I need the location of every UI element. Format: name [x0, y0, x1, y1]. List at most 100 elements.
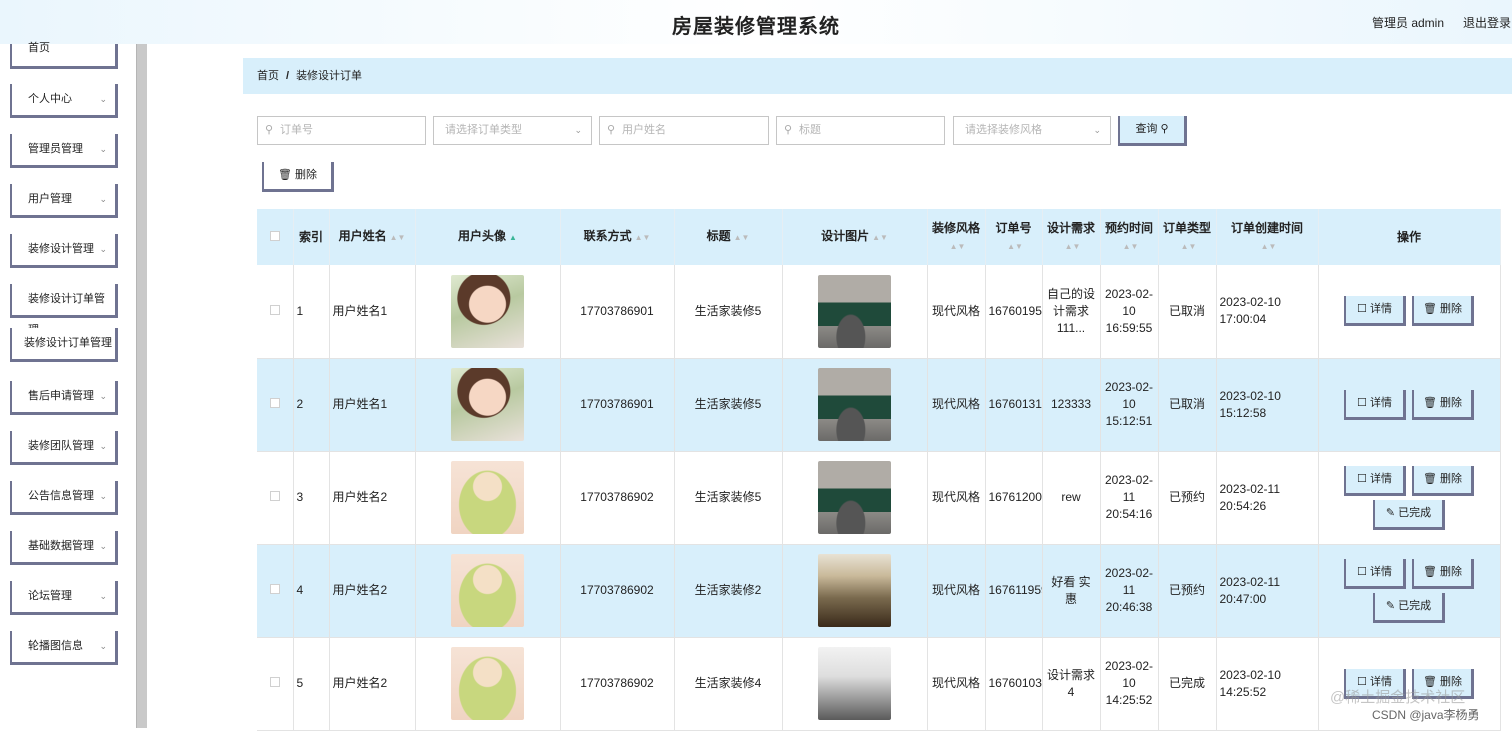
detail-button[interactable]: ☐ 详情 [1344, 465, 1406, 496]
delete-button[interactable]: 🗑 删除 [1412, 389, 1474, 420]
col-requirement[interactable]: 设计需求 ▲▼ [1042, 209, 1101, 265]
sort-icon[interactable]: ▲▼ [872, 233, 888, 242]
sort-icon[interactable]: ▲▼ [1065, 242, 1081, 251]
row-avatar[interactable] [415, 358, 561, 452]
sidebar-item-11[interactable]: 基础数据管理 ⌄ [10, 531, 118, 565]
row-checkbox[interactable] [269, 584, 280, 594]
col-contact[interactable]: 联系方式 ▲▼ [560, 209, 675, 265]
row-design-img[interactable] [782, 358, 928, 452]
title-input[interactable]: ⚲ 标题 [776, 116, 945, 145]
detail-button-label: 详情 [1369, 303, 1392, 316]
row-avatar[interactable] [415, 637, 561, 731]
sort-icon[interactable]: ▲▼ [734, 233, 750, 242]
sidebar-item-9[interactable]: 装修团队管理 ⌄ [10, 431, 118, 465]
col-created[interactable]: 订单创建时间 ▲▼ [1216, 209, 1319, 265]
row-checkbox[interactable] [269, 304, 280, 315]
trash-icon: 🗑 [277, 169, 292, 181]
sidebar-item-6[interactable]: 装修设计订单管理 [10, 284, 118, 336]
style-select[interactable]: 请选择装修风格 ⌄ [953, 116, 1111, 145]
row-select-cell[interactable] [257, 544, 294, 638]
row-avatar[interactable] [415, 544, 561, 638]
sort-icon[interactable]: ▲▼ [635, 233, 651, 242]
logout-link[interactable]: 退出登录 [1463, 14, 1511, 31]
sort-icon[interactable]: ▲▼ [950, 242, 966, 251]
col-avatar[interactable]: 用户头像 ▲ [415, 209, 561, 265]
sort-icon[interactable]: ▲▼ [1007, 242, 1023, 251]
sidebar-item-2[interactable]: 个人中心 ⌄ [10, 84, 118, 118]
col-order-type[interactable]: 订单类型 ▲▼ [1158, 209, 1217, 265]
sidebar-item-12[interactable]: 论坛管理 ⌄ [10, 581, 118, 615]
sidebar-item-7[interactable]: 装修设计订单管理 [10, 328, 118, 362]
chevron-down-icon: ⌄ [99, 441, 107, 451]
avatar-image[interactable] [451, 274, 524, 348]
row-select-cell[interactable] [257, 265, 294, 359]
col-design-img[interactable]: 设计图片 ▲▼ [782, 209, 928, 265]
avatar-image[interactable] [451, 461, 524, 534]
avatar-image[interactable] [451, 368, 524, 441]
row-design-img[interactable] [782, 544, 928, 638]
sidebar-item-10[interactable]: 公告信息管理 ⌄ [10, 481, 118, 515]
row-avatar[interactable] [415, 451, 561, 545]
row-checkbox[interactable] [269, 491, 280, 501]
col-title[interactable]: 标题 ▲▼ [674, 209, 783, 265]
design-image[interactable] [818, 554, 891, 627]
breadcrumb: 首页 / 装修设计订单 [243, 58, 1512, 94]
user-name-input[interactable]: ⚲ 用户姓名 [599, 116, 769, 145]
row-select-cell[interactable] [257, 637, 294, 731]
sidebar-scrollbar[interactable] [136, 44, 147, 728]
delete-button[interactable]: 🗑 删除 [1412, 558, 1474, 589]
row-checkbox[interactable] [269, 677, 280, 687]
col-user-name[interactable]: 用户姓名 ▲▼ [329, 209, 416, 265]
col-title-label: 标题 [706, 229, 731, 243]
row-avatar[interactable] [415, 265, 561, 359]
select-all-checkbox[interactable] [269, 230, 280, 241]
col-style[interactable]: 装修风格 ▲▼ [927, 209, 986, 265]
delete-button-label: 删除 [1440, 472, 1463, 485]
row-appointment: 2023-02-10 16:59:55 [1100, 265, 1159, 359]
design-image[interactable] [818, 368, 891, 441]
sidebar-item-8[interactable]: 售后申请管理 ⌄ [10, 381, 118, 415]
sidebar-item-5[interactable]: 装修设计管理 ⌄ [10, 234, 118, 268]
admin-label: 管理员 admin [1372, 16, 1445, 30]
row-appointment: 2023-02-11 20:46:38 [1100, 544, 1159, 638]
order-type-select[interactable]: 请选择订单类型 ⌄ [433, 116, 592, 145]
design-image[interactable] [818, 647, 891, 720]
row-checkbox[interactable] [269, 398, 280, 408]
detail-button[interactable]: ☐ 详情 [1344, 558, 1406, 589]
col-style-label: 装修风格 [931, 220, 980, 235]
avatar-image[interactable] [451, 554, 524, 627]
select-all-header[interactable] [257, 209, 294, 265]
row-design-img[interactable] [782, 265, 928, 359]
complete-button[interactable]: ✎ 已完成 [1373, 592, 1445, 623]
chevron-down-icon: ⌄ [99, 391, 107, 401]
sidebar-item-3[interactable]: 管理员管理 ⌄ [10, 134, 118, 168]
row-select-cell[interactable] [257, 358, 294, 452]
avatar-image[interactable] [451, 647, 524, 720]
row-design-img[interactable] [782, 637, 928, 731]
sidebar-item-1[interactable]: 首页 [10, 43, 118, 69]
row-design-img[interactable] [782, 451, 928, 545]
detail-button[interactable]: ☐ 详情 [1344, 389, 1406, 420]
sort-icon[interactable]: ▲▼ [390, 233, 406, 242]
sort-icon[interactable]: ▲▼ [1181, 242, 1197, 251]
order-no-input[interactable]: ⚲ 订单号 [257, 116, 426, 145]
batch-delete-button[interactable]: 🗑 删除 [262, 162, 334, 192]
design-image[interactable] [818, 461, 891, 534]
breadcrumb-home[interactable]: 首页 [257, 70, 279, 82]
query-button[interactable]: 查询 ⚲ [1118, 116, 1187, 146]
row-requirement: 123333 [1042, 358, 1101, 452]
sidebar-item-13[interactable]: 轮播图信息 ⌄ [10, 631, 118, 665]
delete-button[interactable]: 🗑 删除 [1412, 296, 1474, 327]
delete-button[interactable]: 🗑 删除 [1412, 465, 1474, 496]
sort-icon[interactable]: ▲▼ [1261, 242, 1277, 251]
sort-icon[interactable]: ▲▼ [1123, 242, 1139, 251]
col-appointment[interactable]: 预约时间 ▲▼ [1100, 209, 1159, 265]
sidebar-item-4[interactable]: 用户管理 ⌄ [10, 184, 118, 218]
complete-button[interactable]: ✎ 已完成 [1373, 499, 1445, 530]
detail-button[interactable]: ☐ 详情 [1344, 296, 1406, 327]
row-select-cell[interactable] [257, 451, 294, 545]
col-order-no[interactable]: 订单号 ▲▼ [985, 209, 1043, 265]
sidebar-item-label: 论坛管理 [28, 590, 72, 602]
sort-icon[interactable]: ▲ [509, 233, 517, 242]
design-image[interactable] [818, 274, 891, 348]
